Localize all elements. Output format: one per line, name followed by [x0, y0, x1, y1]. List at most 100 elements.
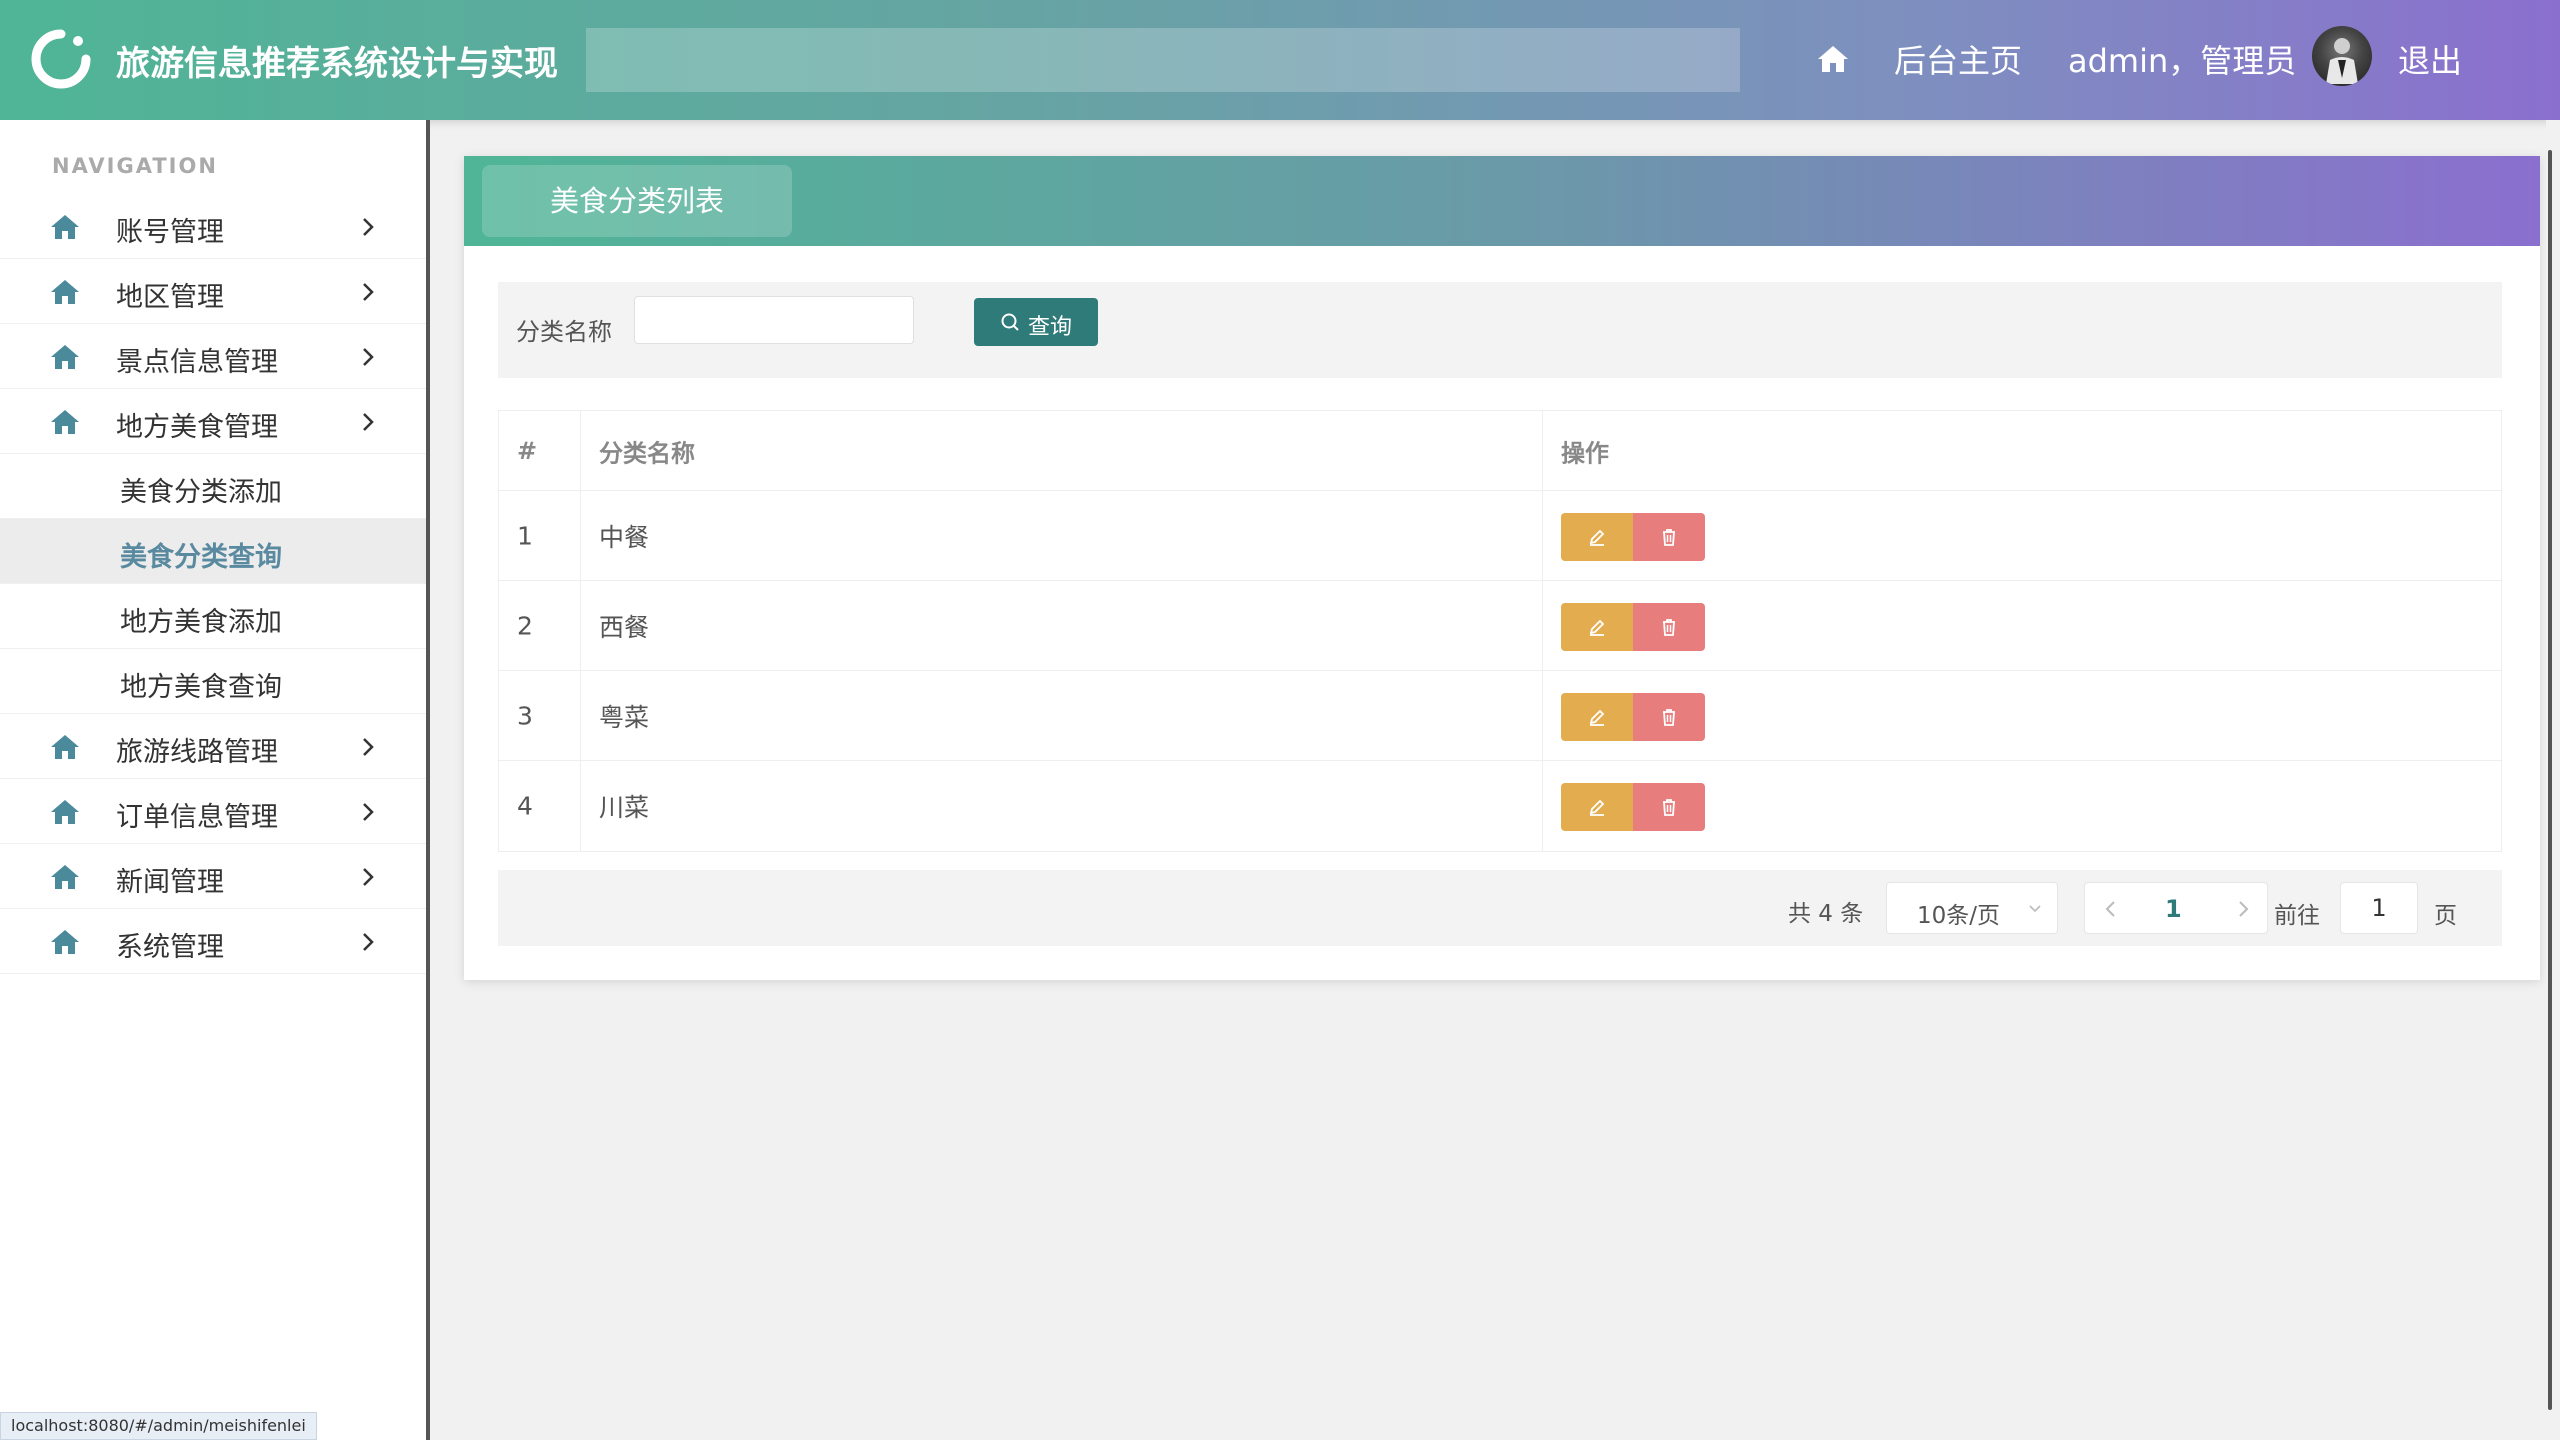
- sidebar-item-news[interactable]: 新闻管理: [0, 844, 426, 909]
- header-banner: [586, 28, 1740, 92]
- edit-button[interactable]: [1561, 783, 1633, 831]
- sidebar-subitem-label: 地方美食添加: [120, 607, 282, 638]
- pencil-icon: [1589, 529, 1605, 546]
- sidebar-item-orders[interactable]: 订单信息管理: [0, 779, 426, 844]
- column-header-text: #: [517, 436, 538, 465]
- top-header: 旅游信息推荐系统设计与实现 后台主页 admin，管理员 退出: [0, 0, 2560, 120]
- pencil-icon: [1589, 619, 1605, 636]
- card-title-tab[interactable]: 美食分类列表: [482, 165, 792, 237]
- table-row: 1 中餐: [499, 491, 2501, 581]
- sidebar-subitem-local-food-add[interactable]: 地方美食添加: [0, 584, 426, 649]
- page-scrollbar[interactable]: [2548, 150, 2552, 1410]
- sidebar-item-region[interactable]: 地区管理: [0, 259, 426, 324]
- card-header: 美食分类列表: [464, 156, 2540, 246]
- delete-button[interactable]: [1633, 783, 1705, 831]
- trash-icon: [1663, 799, 1675, 816]
- sidebar-item-account[interactable]: 账号管理: [0, 194, 426, 259]
- row-index-cell: 1: [499, 491, 581, 580]
- chevron-right-icon: [363, 738, 374, 756]
- row-index-cell: 3: [499, 671, 581, 760]
- delete-button[interactable]: [1633, 603, 1705, 651]
- avatar[interactable]: [2312, 26, 2372, 86]
- sidebar-item-local-food[interactable]: 地方美食管理: [0, 389, 426, 454]
- table-row: 4 川菜: [499, 761, 2501, 851]
- row-index: 2: [517, 611, 533, 640]
- sidebar-item-system[interactable]: 系统管理: [0, 909, 426, 974]
- home-icon: [51, 930, 79, 954]
- pagination: 共 4 条 10条/页 1 前往 页: [498, 870, 2502, 946]
- delete-button[interactable]: [1633, 513, 1705, 561]
- chevron-left-icon[interactable]: [2099, 897, 2123, 921]
- page-size-select[interactable]: 10条/页: [1886, 882, 2058, 934]
- row-index: 3: [517, 701, 533, 730]
- sidebar-subitem-label: 美食分类查询: [120, 542, 282, 573]
- home-icon: [51, 735, 79, 759]
- delete-button[interactable]: [1633, 693, 1705, 741]
- home-icon: [51, 345, 79, 369]
- row-actions-cell: [1543, 581, 2503, 670]
- search-button[interactable]: 查询: [974, 298, 1098, 346]
- column-header-text: 分类名称: [599, 439, 695, 467]
- sidebar: NAVIGATION 账号管理 地区管理 景点信息管理 地方美食管理 美食分类添…: [0, 120, 430, 1440]
- home-icon: [51, 865, 79, 889]
- category-name-search-input[interactable]: [634, 296, 914, 344]
- sidebar-item-label: 系统管理: [116, 932, 224, 963]
- pencil-icon: [1589, 799, 1605, 816]
- chevron-right-icon: [363, 348, 374, 366]
- chevron-right-icon: [363, 933, 374, 951]
- chevron-right-icon: [363, 413, 374, 431]
- chevron-right-icon: [363, 868, 374, 886]
- home-icon: [51, 215, 79, 239]
- sidebar-item-routes[interactable]: 旅游线路管理: [0, 714, 426, 779]
- sidebar-item-attractions[interactable]: 景点信息管理: [0, 324, 426, 389]
- admin-home-link[interactable]: 后台主页: [1894, 36, 2022, 82]
- sidebar-subitem-food-category-query[interactable]: 美食分类查询: [0, 519, 426, 584]
- page-navigator: 1: [2084, 882, 2268, 934]
- chevron-down-icon: [2029, 905, 2041, 913]
- row-category-name: 中餐: [599, 522, 650, 552]
- browser-status-url: localhost:8080/#/admin/meishifenlei: [0, 1412, 317, 1440]
- column-header-text: 操作: [1561, 439, 1609, 467]
- goto-label: 前往: [2274, 903, 2320, 929]
- search-button-label: 查询: [1028, 315, 1073, 340]
- trash-icon: [1663, 709, 1675, 726]
- sidebar-subitem-food-category-add[interactable]: 美食分类添加: [0, 454, 426, 519]
- logout-link[interactable]: 退出: [2398, 36, 2462, 82]
- edit-button[interactable]: [1561, 603, 1633, 651]
- row-category-name: 西餐: [599, 612, 650, 642]
- chevron-right-icon: [363, 803, 374, 821]
- sidebar-menu: 账号管理 地区管理 景点信息管理 地方美食管理 美食分类添加 美食分类查询 地方…: [0, 194, 426, 974]
- row-actions-cell: [1543, 761, 2503, 851]
- search-panel: 分类名称 查询: [498, 282, 2502, 378]
- edit-button[interactable]: [1561, 693, 1633, 741]
- search-field-label: 分类名称: [516, 318, 612, 346]
- logo-icon: [31, 29, 91, 89]
- sidebar-subitem-label: 地方美食查询: [120, 672, 282, 703]
- nav-caption: NAVIGATION: [52, 154, 218, 178]
- goto-page-input[interactable]: [2340, 882, 2418, 934]
- page-suffix: 页: [2434, 903, 2457, 929]
- sidebar-item-label: 新闻管理: [116, 867, 224, 898]
- current-user-label: admin，管理员: [2068, 42, 2297, 80]
- sidebar-item-label: 旅游线路管理: [116, 737, 278, 768]
- sidebar-item-label: 账号管理: [116, 217, 224, 248]
- row-name-cell: 中餐: [581, 491, 1543, 580]
- current-page-number[interactable]: 1: [2165, 895, 2182, 923]
- category-table: # 分类名称 操作 1 中餐 2 西餐 3 粤菜 4 川菜: [498, 410, 2502, 852]
- sidebar-subitem-label: 美食分类添加: [120, 477, 282, 508]
- row-name-cell: 粤菜: [581, 671, 1543, 760]
- edit-button[interactable]: [1561, 513, 1633, 561]
- category-list-card: 美食分类列表 分类名称 查询 # 分类名称 操作 1 中餐 2 西餐 3 粤菜 …: [464, 156, 2540, 980]
- app-title: 旅游信息推荐系统设计与实现: [116, 44, 558, 84]
- table-header-row: # 分类名称 操作: [499, 411, 2501, 491]
- search-icon: [1001, 313, 1019, 331]
- sidebar-item-label: 地方美食管理: [116, 412, 278, 443]
- home-icon[interactable]: [1816, 44, 1850, 74]
- home-icon: [51, 800, 79, 824]
- row-name-cell: 西餐: [581, 581, 1543, 670]
- home-icon: [51, 410, 79, 434]
- row-actions-cell: [1543, 671, 2503, 760]
- trash-icon: [1663, 529, 1675, 546]
- sidebar-subitem-local-food-query[interactable]: 地方美食查询: [0, 649, 426, 714]
- chevron-right-icon[interactable]: [2231, 897, 2255, 921]
